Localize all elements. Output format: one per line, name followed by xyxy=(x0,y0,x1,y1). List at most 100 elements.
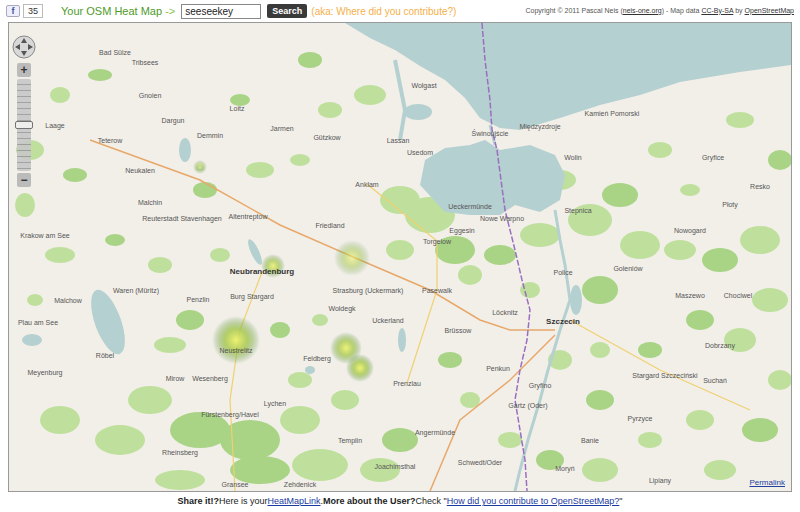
place-label: Joachimsthal xyxy=(375,463,416,470)
user-search-input[interactable] xyxy=(181,4,261,19)
place-label: Wesenberg xyxy=(192,375,228,382)
zoom-slider-handle[interactable] xyxy=(15,121,33,129)
heat-spot xyxy=(212,316,260,364)
place-label: Lassan xyxy=(387,137,410,144)
heat-spot xyxy=(334,240,370,276)
place-label: Altentreptow xyxy=(229,213,268,220)
place-label: Waren (Müritz) xyxy=(113,287,159,294)
link[interactable]: CC-By-SA xyxy=(701,7,733,14)
copyright: Copyright © 2011 Pascal Neis (neis-one.o… xyxy=(526,6,794,17)
place-label: Lipiany xyxy=(649,477,671,484)
place-label: Pyrzyce xyxy=(628,415,653,422)
share-count: 35 xyxy=(23,4,43,18)
place-label: Gützkow xyxy=(313,134,340,141)
text: . xyxy=(321,495,324,509)
place-label: Dobrzany xyxy=(705,342,735,349)
place-label: Zehdenick xyxy=(284,481,316,488)
place-label: Dargun xyxy=(162,117,185,124)
place-label: Kamień Pomorski xyxy=(585,110,640,117)
zoom-slider[interactable] xyxy=(17,79,31,171)
place-label: Fürstenberg/Havel xyxy=(201,411,259,418)
place-label: Teterow xyxy=(98,137,123,144)
zoom-in-button[interactable]: + xyxy=(17,63,31,77)
heat-spot xyxy=(346,354,374,382)
place-label: Penzlin xyxy=(187,296,210,303)
place-label: Jarmen xyxy=(270,125,293,132)
place-label: Neukalen xyxy=(125,167,155,174)
place-label: Międzyzdroje xyxy=(519,123,560,130)
map[interactable]: Ueckermünde Świnoujście Międzyzdroje Wolin K… xyxy=(8,22,792,492)
place-label: Nowe Warpno xyxy=(480,215,524,222)
facebook-icon[interactable]: f xyxy=(6,5,20,17)
bold-text: Share it!? xyxy=(177,495,219,509)
place-label: Strasburg (Uckermark) xyxy=(333,287,404,294)
place-label: Rheinsberg xyxy=(162,449,198,456)
place-label: Wolin xyxy=(564,154,581,161)
place-label: Plau am See xyxy=(18,319,58,326)
place-label: Ueckermünde xyxy=(448,203,492,210)
place-label: Anklam xyxy=(355,181,378,188)
place-label: Loitz xyxy=(230,105,245,112)
place-label: Feldberg xyxy=(303,355,331,362)
place-label: Reuterstadt Stavenhagen xyxy=(142,215,221,222)
place-label: Malchow xyxy=(54,297,82,304)
place-label: Torgelow xyxy=(423,238,451,245)
bold-text: More about the User? xyxy=(323,495,416,509)
place-label: Burg Stargard xyxy=(230,293,274,300)
place-label: Bad Sülze xyxy=(99,49,131,56)
zoom-out-button[interactable]: − xyxy=(17,173,31,187)
link[interactable]: OpenStreetMap xyxy=(745,7,794,14)
place-label: Pasewalk xyxy=(422,287,452,294)
map-tiles xyxy=(9,23,791,491)
permalink[interactable]: Permalink xyxy=(747,477,787,489)
place-label: Malchin xyxy=(138,199,162,206)
place-label: Szczecin xyxy=(546,318,580,326)
baltic-sea xyxy=(345,23,791,130)
place-label: Gryfino xyxy=(529,382,552,389)
place-label: Banie xyxy=(581,437,599,444)
place-label: Świnoujście xyxy=(472,130,509,137)
place-label: Woldegk xyxy=(328,305,355,312)
pan-arrows-icon[interactable] xyxy=(12,35,36,59)
text: Check " xyxy=(416,495,447,509)
text: by xyxy=(733,7,744,14)
text: ) - Map data xyxy=(662,7,702,14)
place-label: Stargard Szczeciński xyxy=(632,372,697,379)
place-label: Police xyxy=(553,269,572,276)
place-label: Meyenburg xyxy=(27,369,62,376)
place-label: Resko xyxy=(750,183,770,190)
place-label: Prenzlau xyxy=(393,380,421,387)
place-label: Suchań xyxy=(703,377,727,384)
place-label: Uckerland xyxy=(372,317,404,324)
place-label: Brüssow xyxy=(445,327,472,334)
place-label: Moryń xyxy=(555,465,574,472)
place-label: Chociwel xyxy=(724,292,752,299)
place-label: Eggesin xyxy=(449,227,474,234)
place-label: Röbel xyxy=(96,352,114,359)
place-label: Stepnica xyxy=(564,207,591,214)
place-label: Usedom xyxy=(407,149,433,156)
search-button[interactable]: Search xyxy=(267,4,307,18)
place-label: Lychen xyxy=(264,400,286,407)
place-label: Demmin xyxy=(197,132,223,139)
share-button[interactable]: f35 xyxy=(6,4,43,18)
top-bar: f35Your OSM Heat Map ->Search(aka: Where… xyxy=(0,0,800,22)
place-label: Płoty xyxy=(722,201,738,208)
place-label: Laage xyxy=(45,122,64,129)
zoom-control: +− xyxy=(12,35,36,187)
place-label: Goleniów xyxy=(613,265,642,272)
text: Here is your xyxy=(219,495,268,509)
place-label: Nowogard xyxy=(674,227,706,234)
link[interactable]: HeatMapLink xyxy=(267,495,320,509)
footer: Share it!? Here is your HeatMapLink. Mor… xyxy=(0,492,800,512)
heat-spot xyxy=(193,160,207,174)
place-label: Mirow xyxy=(166,375,185,382)
link[interactable]: neis-one.org xyxy=(623,7,662,14)
place-label: Gnoien xyxy=(139,92,162,99)
aka-text: (aka: Where did you contribute?) xyxy=(311,4,456,19)
link[interactable]: How did you contribute to OpenStreetMap? xyxy=(447,495,620,509)
place-label: Templin xyxy=(338,437,362,444)
text: " xyxy=(619,495,622,509)
place-label: Friedland xyxy=(315,222,344,229)
place-label: Wolgast xyxy=(411,82,436,89)
